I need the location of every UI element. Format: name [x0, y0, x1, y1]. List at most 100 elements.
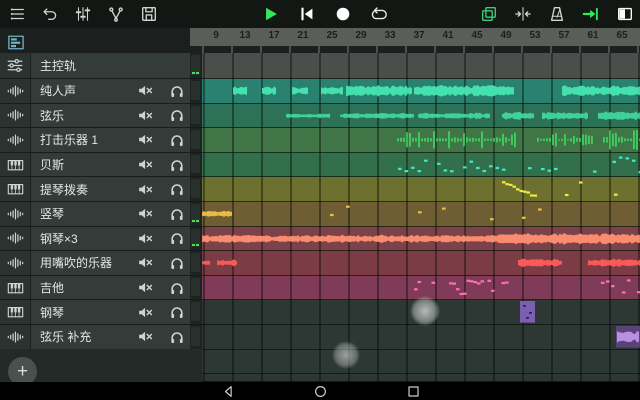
mute-icon[interactable]: [134, 104, 156, 128]
transport-controls: [262, 0, 388, 28]
track-lane-2[interactable]: [202, 104, 640, 129]
lane-clips: [202, 79, 640, 103]
track-header-5[interactable]: 提琴拨奏: [0, 177, 190, 202]
back-icon[interactable]: [220, 383, 236, 399]
midi-track-icon: [0, 300, 31, 324]
mute-icon[interactable]: [134, 325, 156, 349]
track-lane-9[interactable]: [202, 276, 640, 301]
track-meter: [190, 276, 202, 301]
android-nav-bar: [0, 382, 640, 400]
track-meter: [190, 202, 202, 227]
record-icon[interactable]: [334, 5, 352, 23]
track-meter: [190, 104, 202, 129]
mute-icon[interactable]: [134, 202, 156, 226]
play-icon[interactable]: [262, 5, 280, 23]
headphones-icon[interactable]: [166, 153, 188, 177]
mute-icon[interactable]: [134, 276, 156, 300]
track-label: 吉他: [40, 279, 64, 296]
headphones-icon[interactable]: [166, 227, 188, 251]
empty-lane-row[interactable]: [202, 350, 640, 375]
mute-icon[interactable]: [134, 300, 156, 324]
headphones-icon[interactable]: [166, 104, 188, 128]
headphones-icon[interactable]: [166, 325, 188, 349]
headphones-icon[interactable]: [166, 79, 188, 103]
headphones-icon[interactable]: [166, 300, 188, 324]
track-lane-8[interactable]: [202, 251, 640, 276]
ruler-number: 61: [578, 30, 608, 41]
track-header-9[interactable]: 吉他: [0, 276, 190, 301]
home-icon[interactable]: [312, 383, 328, 399]
headphones-icon[interactable]: [166, 276, 188, 300]
track-label: 用嘴吹的乐器: [40, 254, 112, 271]
skip-to-start-icon[interactable]: [298, 5, 316, 23]
track-header-11[interactable]: 弦乐 补充: [0, 325, 190, 350]
track-label: 提琴拨奏: [40, 181, 88, 198]
loop-icon[interactable]: [370, 5, 388, 23]
ruler-number: 41: [433, 30, 463, 41]
track-meter: [190, 79, 202, 104]
menu-icon[interactable]: [8, 5, 26, 23]
mute-icon[interactable]: [134, 79, 156, 103]
headphones-icon[interactable]: [166, 202, 188, 226]
track-label: 钢琴: [40, 304, 64, 321]
track-header-7[interactable]: 钢琴×3: [0, 227, 190, 252]
snap-icon[interactable]: [514, 5, 532, 23]
mute-icon[interactable]: [134, 251, 156, 275]
track-meter: [190, 325, 202, 350]
mute-icon[interactable]: [134, 128, 156, 152]
track-header-6[interactable]: 竖琴: [0, 202, 190, 227]
mute-icon[interactable]: [134, 153, 156, 177]
plus-icon: +: [17, 362, 28, 381]
track-meter: [190, 153, 202, 178]
track-header-3[interactable]: 打击乐器 1: [0, 128, 190, 153]
headphones-icon[interactable]: [166, 177, 188, 201]
flex-tool-icon[interactable]: [107, 5, 125, 23]
track-label: 弦乐: [40, 107, 64, 124]
copy-clips-icon[interactable]: [480, 5, 498, 23]
track-label: 钢琴×3: [40, 230, 78, 247]
save-icon[interactable]: [140, 5, 158, 23]
midi-track-icon: [0, 177, 31, 201]
track-header-4[interactable]: 贝斯: [0, 153, 190, 178]
headphones-icon[interactable]: [166, 128, 188, 152]
track-lane-3[interactable]: [202, 128, 640, 153]
mute-icon[interactable]: [134, 227, 156, 251]
daw-app: 91317212529333741454953576165 主控轨纯人声弦乐打击…: [0, 0, 640, 400]
mixer-icon[interactable]: [74, 5, 92, 23]
metronome-icon[interactable]: [548, 5, 566, 23]
undo-icon[interactable]: [41, 5, 59, 23]
lane-clips: [202, 325, 640, 349]
ruler-number: 21: [288, 30, 318, 41]
lane-clips: [202, 202, 640, 226]
audio-track-icon: [0, 251, 31, 275]
track-lane-6[interactable]: [202, 202, 640, 227]
track-header-8[interactable]: 用嘴吹的乐器: [0, 251, 190, 276]
track-lane-11[interactable]: [202, 325, 640, 350]
ruler-number: 29: [346, 30, 376, 41]
track-lane-5[interactable]: [202, 177, 640, 202]
headphones-icon[interactable]: [166, 251, 188, 275]
track-label: 打击乐器 1: [40, 131, 98, 148]
ruler-number: 33: [375, 30, 405, 41]
track-header-10[interactable]: 钢琴: [0, 300, 190, 325]
track-lane-7[interactable]: [202, 227, 640, 252]
track-lane-10[interactable]: [202, 300, 640, 325]
empty-lane-row[interactable]: [202, 374, 640, 382]
recents-icon[interactable]: [405, 383, 421, 399]
follow-playhead-icon[interactable]: [582, 5, 600, 23]
track-header-0[interactable]: 主控轨: [0, 53, 190, 79]
ruler-number: 13: [230, 30, 260, 41]
master-track-icon: [0, 53, 31, 78]
lane-clips: [202, 104, 640, 128]
tracks-view-icon[interactable]: [8, 35, 24, 50]
audio-track-icon: [0, 104, 31, 128]
track-lane-1[interactable]: [202, 79, 640, 104]
panel-toggle-icon[interactable]: [616, 5, 634, 23]
timeline-ruler[interactable]: 91317212529333741454953576165: [190, 28, 640, 46]
track-header-list: 主控轨纯人声弦乐打击乐器 1 贝斯提琴拨奏竖琴钢琴×3 用嘴吹的乐器吉他钢琴弦乐 补…: [0, 53, 190, 350]
track-lane-4[interactable]: [202, 153, 640, 178]
track-lane-0[interactable]: [202, 53, 640, 79]
mute-icon[interactable]: [134, 177, 156, 201]
track-header-2[interactable]: 弦乐: [0, 104, 190, 129]
track-header-1[interactable]: 纯人声: [0, 79, 190, 104]
